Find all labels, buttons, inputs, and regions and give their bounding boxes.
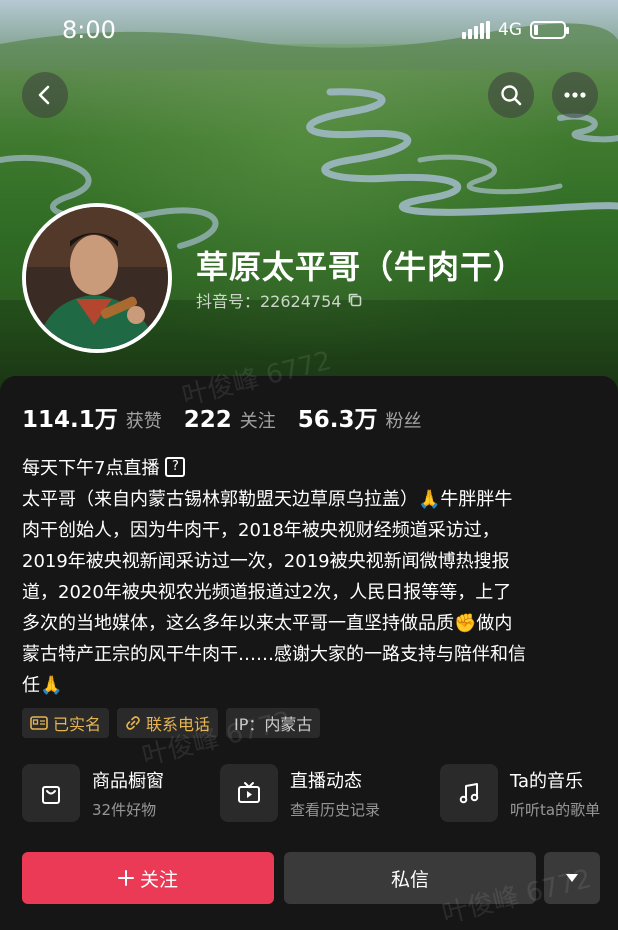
chevron-left-icon [38, 85, 50, 105]
tag-label: 联系电话 [146, 715, 211, 734]
bio-line: 2019年被央视新闻采访过一次，2019被央视新闻微博热搜报 [22, 551, 510, 572]
avatar[interactable] [22, 203, 172, 353]
link-icon [126, 716, 140, 730]
battery-icon [530, 21, 569, 39]
status-time: 8:00 [62, 16, 116, 44]
profile-name: 草原太平哥（牛肉干） [196, 248, 527, 286]
stat-number: 222 [183, 407, 232, 433]
feature-title: 商品橱窗 [92, 770, 164, 792]
profile-panel: 114.1万 获赞 222 关注 56.3万 粉丝 每天下午7点直播 ? 太平哥… [0, 346, 618, 930]
stat-number: 56.3万 [297, 407, 378, 433]
caret-down-icon [566, 874, 578, 882]
tag-label: IP：内蒙古 [234, 715, 313, 734]
feature-text: Ta的音乐 听听ta的歌单 [510, 767, 600, 820]
search-button[interactable] [488, 72, 534, 118]
question-icon[interactable]: ? [165, 457, 186, 477]
signal-icon [462, 21, 490, 39]
profile-stats: 114.1万 获赞 222 关注 56.3万 粉丝 [22, 400, 422, 434]
feature-icon-box [22, 764, 80, 822]
shopping-bag-icon [42, 786, 60, 804]
bio-line: 太平哥（来自内蒙古锡林郭勒盟天边草原乌拉盖）🙏牛胖胖牛 [22, 489, 513, 510]
profile-banner: 8:00 4G 草原太平哥（牛肉干） 抖音号：22624754 [0, 0, 618, 400]
bio-line: 道，2020年被央视农光频道报道过2次，人民日报等等，上了 [22, 582, 512, 603]
feature-live-history[interactable]: 直播动态 查看历史记录 [220, 764, 380, 822]
feature-title: 直播动态 [290, 770, 362, 792]
bio-line: 多次的当地媒体，这么多年以来太平哥一直坚持做品质✊做内 [22, 613, 513, 634]
feature-music[interactable]: Ta的音乐 听听ta的歌单 [440, 764, 600, 822]
stat-label: 关注 [239, 411, 276, 432]
follow-label: 关注 [139, 868, 178, 891]
status-indicators: 4G [462, 20, 569, 40]
feature-text: 商品橱窗 32件好物 [92, 767, 164, 820]
stat-following[interactable]: 222 关注 [184, 407, 276, 433]
stat-label: 获赞 [125, 411, 162, 432]
network-type: 4G [498, 20, 522, 40]
tag-verified[interactable]: 已实名 [22, 708, 110, 738]
bio-line: 任🙏 [22, 675, 63, 696]
feature-subtitle: 听听ta的歌单 [510, 800, 601, 819]
stat-label: 粉丝 [385, 411, 422, 432]
profile-douyin-id: 抖音号：22624754 [196, 288, 363, 312]
copy-icon[interactable] [347, 292, 363, 308]
bio-line: 蒙古特产正宗的风干牛肉干……感谢大家的一路支持与陪伴和信 [22, 644, 526, 665]
follow-button[interactable]: 关注 [22, 852, 274, 904]
music-note-icon [459, 783, 479, 804]
tag-ip-location: IP：内蒙古 [226, 708, 321, 738]
avatar-photo [26, 207, 168, 349]
feature-shop-window[interactable]: 商品橱窗 32件好物 [22, 764, 164, 822]
bio-line: 肉干创始人，因为牛肉干，2018年被央视财经频道采访过， [22, 520, 500, 541]
id-card-icon [30, 716, 48, 730]
back-button[interactable] [22, 72, 68, 118]
live-schedule: 每天下午7点直播 ? [22, 454, 186, 480]
more-horizontal-icon [564, 92, 586, 98]
tag-contact-phone[interactable]: 联系电话 [117, 708, 219, 738]
stat-followers[interactable]: 56.3万 粉丝 [298, 400, 422, 434]
feature-title: Ta的音乐 [510, 770, 584, 792]
profile-tags: 已实名 联系电话 IP：内蒙古 [22, 708, 321, 738]
live-schedule-text: 每天下午7点直播 [22, 458, 160, 479]
feature-entries: 商品橱窗 32件好物 直播动态 查看历史记录 Ta的音乐 听听ta的歌单 [22, 764, 618, 826]
stat-number: 114.1万 [22, 407, 118, 433]
feature-subtitle: 查看历史记录 [290, 800, 381, 819]
feature-subtitle: 32件好物 [92, 800, 157, 819]
profile-actions: 关注 私信 [22, 852, 600, 904]
more-button[interactable] [552, 72, 598, 118]
status-bar: 8:00 4G [0, 12, 618, 48]
tag-label: 已实名 [53, 715, 102, 734]
more-actions-button[interactable] [544, 852, 600, 904]
douyin-id-text: 抖音号：22624754 [196, 292, 342, 311]
tv-icon [238, 782, 260, 803]
stat-likes[interactable]: 114.1万 获赞 [22, 400, 162, 434]
plus-icon [117, 870, 134, 886]
feature-icon-box [440, 764, 498, 822]
search-icon [501, 85, 522, 106]
feature-text: 直播动态 查看历史记录 [290, 767, 380, 820]
message-label: 私信 [390, 868, 429, 891]
message-button[interactable]: 私信 [284, 852, 536, 904]
profile-bio[interactable]: 太平哥（来自内蒙古锡林郭勒盟天边草原乌拉盖）🙏牛胖胖牛 肉干创始人，因为牛肉干，… [22, 484, 600, 701]
feature-icon-box [220, 764, 278, 822]
